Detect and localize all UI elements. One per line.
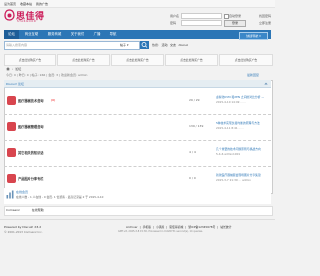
forum-name[interactable]: 医疗器械技术咨询	[18, 98, 44, 103]
footer-link-mall[interactable]: 思佳得商城	[169, 225, 183, 229]
topbar-link-ads[interactable]: 我的广告	[36, 2, 48, 6]
quick-nav-button[interactable]: 快捷导航 ▾	[239, 31, 268, 40]
search-placeholder: 请输入搜索内容	[6, 43, 28, 47]
search-button[interactable]	[140, 41, 149, 49]
forum-name[interactable]: 医疗器械管理咨询	[18, 124, 44, 129]
forum-new-count: (0)	[51, 98, 56, 102]
latest-replies-link[interactable]: 最新回复	[247, 73, 259, 77]
logo-subtext: STARGOOD	[17, 19, 37, 23]
forum-icon	[7, 148, 16, 157]
forum-row[interactable]: 医疗器械管理咨询 139 / 139 5种技术实现负载均衡的原理与方法 2015…	[4, 114, 271, 141]
username-input[interactable]	[181, 13, 222, 19]
auto-login-checkbox[interactable]	[224, 14, 229, 19]
hot-term-link[interactable]: 交友	[170, 43, 176, 47]
forum-stats: 今日: 0 | 昨日: 0 | 帖子: 166 | 会员: 3 | 欢迎新会员:…	[6, 73, 88, 77]
username-label: 用户名	[170, 14, 180, 18]
forum-last-post[interactable]: 几个重要的技术问题原则与挑战方向	[216, 147, 271, 151]
forum-last-time: 2015-4-11 8:41 ······	[216, 126, 244, 130]
forum-row[interactable]: 医疗器械技术咨询 (0) 29 / 29 虚拟化KVM 和XEN 之间的对比分析…	[4, 88, 271, 115]
forum-last-post[interactable]: 虚拟化KVM 和XEN 之间的对比分析 —	[216, 95, 271, 99]
hot-label: 热搜:	[152, 43, 160, 47]
password-label: 密码	[170, 21, 177, 25]
topbar-link-homepage[interactable]: 设为首页	[4, 2, 16, 6]
ad-slot[interactable]: 点击此处购买广告	[165, 54, 218, 66]
powered-by: Powered by Discuz! X3.2	[4, 225, 42, 229]
hot-term-link[interactable]: discuz	[179, 43, 188, 47]
top-bar: 设为首页 收藏本站 我的广告	[0, 0, 275, 8]
forum-count: 4 / 4	[189, 150, 196, 154]
forum-last-post[interactable]: 新款医疗器械展会现场图片分享集锦	[216, 173, 271, 177]
friend-links-bar	[4, 206, 273, 216]
friend-link-comsenz[interactable]: Comsenz	[6, 208, 20, 212]
auto-login-label: 自动登录	[229, 14, 242, 18]
nav-item-broadcast[interactable]: 广播	[90, 30, 104, 39]
collapse-icon[interactable]	[264, 82, 268, 85]
logo-icon[interactable]	[4, 9, 15, 21]
forum-row[interactable]: 其它相关的知识话 4 / 4 几个重要的技术问题原则与挑战方向 5-4-6 ad…	[4, 140, 271, 167]
breadcrumb: › 论坛	[6, 67, 21, 71]
footer-link-stats[interactable]: 站长统计	[220, 225, 231, 229]
forum-count: 0 / 0	[189, 176, 196, 180]
nav-item-guide[interactable]: 导航	[106, 30, 120, 39]
forum-name[interactable]: 其它相关的知识话	[18, 150, 44, 155]
ad-slot[interactable]: 点击此处购买广告	[111, 54, 164, 66]
friend-link-help[interactable]: 在线帮助	[32, 208, 44, 212]
topbar-link-bookmark[interactable]: 收藏本站	[20, 2, 32, 6]
find-password-link[interactable]: 找回密码	[259, 14, 271, 18]
forum-last-time: 5-4-6 admin1001	[216, 152, 241, 156]
ad-slot[interactable]: 点击此处购买广告	[4, 54, 56, 66]
breadcrumb-item-forum[interactable]: 论坛	[15, 67, 21, 71]
forum-count: 139 / 139	[189, 124, 204, 128]
nav-item-business[interactable]: 商业互助	[21, 30, 42, 39]
friend-links: Comsenz 在线帮助	[6, 208, 44, 212]
search-icon	[141, 42, 148, 48]
online-info-title[interactable]: 在线会员	[16, 190, 28, 194]
ad-slot[interactable]: 点击此处购买广告	[57, 54, 110, 66]
forum-icon	[7, 174, 16, 183]
footer-link-archiver[interactable]: Archiver	[126, 225, 138, 229]
copyright: © 2001-2013 Comsenz Inc.	[4, 230, 43, 234]
forum-name[interactable]: 产品图片分享专栏	[18, 176, 44, 181]
nav-item-about[interactable]: 关于我们	[67, 30, 88, 39]
forum-last-time: 2015-3-7 21:39 ··· admin	[216, 178, 251, 182]
forum-group-title[interactable]: Discuz! 论坛	[6, 82, 24, 86]
forum-last-time: 2015-4-10 14:49 ······	[216, 100, 246, 104]
hot-term-link[interactable]: 活动	[162, 43, 168, 47]
footer-link-blackroom[interactable]: 小黑屋	[156, 225, 164, 229]
forum-count: 29 / 29	[189, 98, 200, 102]
chart-icon	[6, 190, 14, 199]
register-link[interactable]: 立即注册	[259, 21, 271, 25]
forum-icon	[7, 96, 16, 105]
forum-icon	[7, 122, 16, 131]
footer-info: GMT+8, 2025-3-8 15:30, Processed in 0.02…	[118, 230, 203, 233]
footer-link-mobile[interactable]: 手机版	[143, 225, 151, 229]
home-icon[interactable]	[6, 67, 10, 71]
forum-group-header	[4, 80, 271, 88]
ad-slot[interactable]: 点击此处购买广告	[219, 54, 273, 66]
footer-link-icp[interactable]: 浙ICP备12345678号	[188, 225, 215, 229]
password-input[interactable]	[181, 20, 222, 26]
hot-searches: 热搜: 活动 交友 discuz	[152, 43, 188, 47]
online-info-text: 在线人数 - 1 人在线 - 0 会员, 1 位游客 - 最高记录是 2 于 2…	[16, 195, 104, 199]
main-nav: 论坛 商业互助 服务商城 关于我们 广播 导航 快捷导航 ▾	[4, 30, 271, 40]
forum-last-post[interactable]: 5种技术实现负载均衡的原理与方法	[216, 121, 271, 125]
search-scope-select[interactable]: 帖子 ▾	[120, 43, 128, 47]
nav-item-mall[interactable]: 服务商城	[44, 30, 65, 39]
breadcrumb-separator: ›	[12, 67, 14, 71]
footer-links: Archiver | 手机版 | 小黑屋 | 思佳得商城 | 浙ICP备1234…	[126, 225, 232, 229]
nav-item-forum[interactable]: 论坛	[4, 30, 19, 39]
login-button[interactable]: 登录	[224, 20, 246, 27]
